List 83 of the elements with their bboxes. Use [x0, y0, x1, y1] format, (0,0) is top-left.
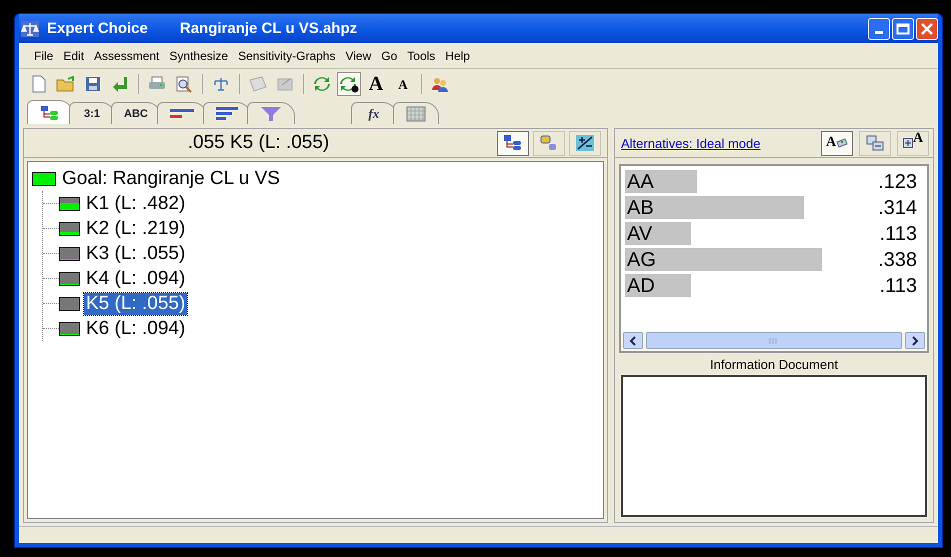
alternative-name: AV — [626, 222, 652, 246]
refresh-icon — [313, 75, 331, 93]
tree-node[interactable]: K2 (L: .219) — [84, 218, 188, 240]
page-icon — [31, 75, 47, 93]
hierarchy-icon — [504, 135, 522, 151]
priority-value: .338 — [878, 248, 918, 272]
mode-link[interactable]: Alternatives: Ideal mode — [621, 136, 815, 150]
horizontal-scrollbar[interactable] — [621, 332, 927, 351]
refresh-icon — [339, 75, 359, 93]
view-tab[interactable] — [392, 102, 439, 124]
priority-value: .113 — [880, 274, 918, 298]
tree-node[interactable]: K1 (L: .482) — [84, 192, 188, 214]
bar-chart-icon — [170, 108, 194, 120]
app-name: Expert Choice — [47, 20, 148, 37]
window-title: Rangiranje CL u VS.ahpz — [180, 20, 358, 37]
alternative-name: AA — [626, 170, 654, 194]
node-icon — [59, 272, 80, 286]
view-button[interactable] — [569, 130, 601, 156]
menu-item[interactable]: Tools — [402, 48, 440, 62]
view-tab[interactable] — [246, 102, 295, 124]
folder-icon — [56, 76, 76, 92]
menu-item[interactable]: Synthesize — [164, 48, 234, 62]
close-icon — [921, 22, 933, 34]
tree-node[interactable]: Goal: Rangiranje CL u VS — [60, 168, 282, 190]
menu-item[interactable]: Help — [440, 48, 475, 62]
maximize-icon — [896, 22, 910, 34]
hierarchy-icon — [41, 106, 59, 120]
collapse-icon — [866, 135, 884, 151]
bar-chart-icon — [216, 106, 238, 120]
node-icon — [32, 172, 56, 186]
panel-label: Information Document — [709, 356, 839, 374]
tree-node[interactable]: K3 (L: .055) — [84, 242, 188, 264]
scroll-thumb[interactable] — [646, 332, 902, 349]
menu-item[interactable]: Assessment — [89, 48, 164, 62]
view-button[interactable] — [859, 130, 891, 156]
menu-item[interactable]: View — [340, 48, 376, 62]
tree-node[interactable]: K4 (L: .094) — [84, 268, 188, 290]
maximize-button[interactable] — [892, 18, 914, 40]
floppy-icon — [85, 76, 101, 92]
plus-minus-icon — [576, 135, 594, 151]
node-icon — [59, 322, 80, 336]
nodes-icon — [540, 135, 558, 151]
information-document-area[interactable] — [621, 375, 927, 517]
magnifier-page-icon — [176, 76, 192, 92]
people-icon — [431, 76, 449, 92]
menu-item[interactable]: Edit — [58, 48, 90, 62]
priority-value: .314 — [878, 196, 918, 220]
view-button[interactable] — [497, 130, 529, 156]
toolbar-button[interactable] — [337, 72, 361, 96]
funnel-icon — [260, 106, 282, 122]
scroll-left-button[interactable] — [623, 332, 643, 349]
scales-icon — [213, 76, 229, 92]
expand-icon — [902, 138, 913, 148]
document-icon — [277, 76, 293, 92]
menu-item[interactable]: File — [29, 48, 58, 62]
minimize-button[interactable] — [868, 18, 890, 40]
view-button[interactable]: A — [897, 130, 929, 156]
return-arrow-icon — [112, 76, 128, 92]
minimize-icon — [875, 30, 883, 34]
close-button[interactable] — [916, 18, 938, 40]
note-icon — [836, 138, 848, 148]
font-size-button[interactable]: A — [391, 72, 415, 96]
alternative-name: AG — [626, 248, 656, 272]
menu-item[interactable]: Go — [376, 48, 402, 62]
alternative-name: AB — [626, 196, 654, 220]
alternative-name: AD — [626, 274, 655, 298]
printer-icon — [148, 76, 166, 92]
node-icon — [59, 246, 80, 260]
table-icon — [406, 106, 426, 122]
font-size-button[interactable]: A — [364, 72, 388, 96]
scroll-right-button[interactable] — [905, 332, 925, 349]
tree-node[interactable]: K5 (L: .055) — [84, 292, 188, 314]
tree-node[interactable]: K6 (L: .094) — [84, 318, 188, 340]
scales-icon — [21, 20, 39, 36]
grid-icon — [249, 76, 267, 92]
node-icon — [59, 196, 80, 210]
node-icon — [59, 296, 80, 310]
view-button[interactable]: A — [821, 130, 853, 156]
node-icon — [59, 222, 80, 236]
menu-item[interactable]: Sensitivity-Graphs — [233, 48, 340, 62]
priority-value: .113 — [880, 222, 918, 246]
node-info: .055 K5 (L: .055) — [186, 132, 330, 154]
priority-value: .123 — [878, 170, 918, 194]
